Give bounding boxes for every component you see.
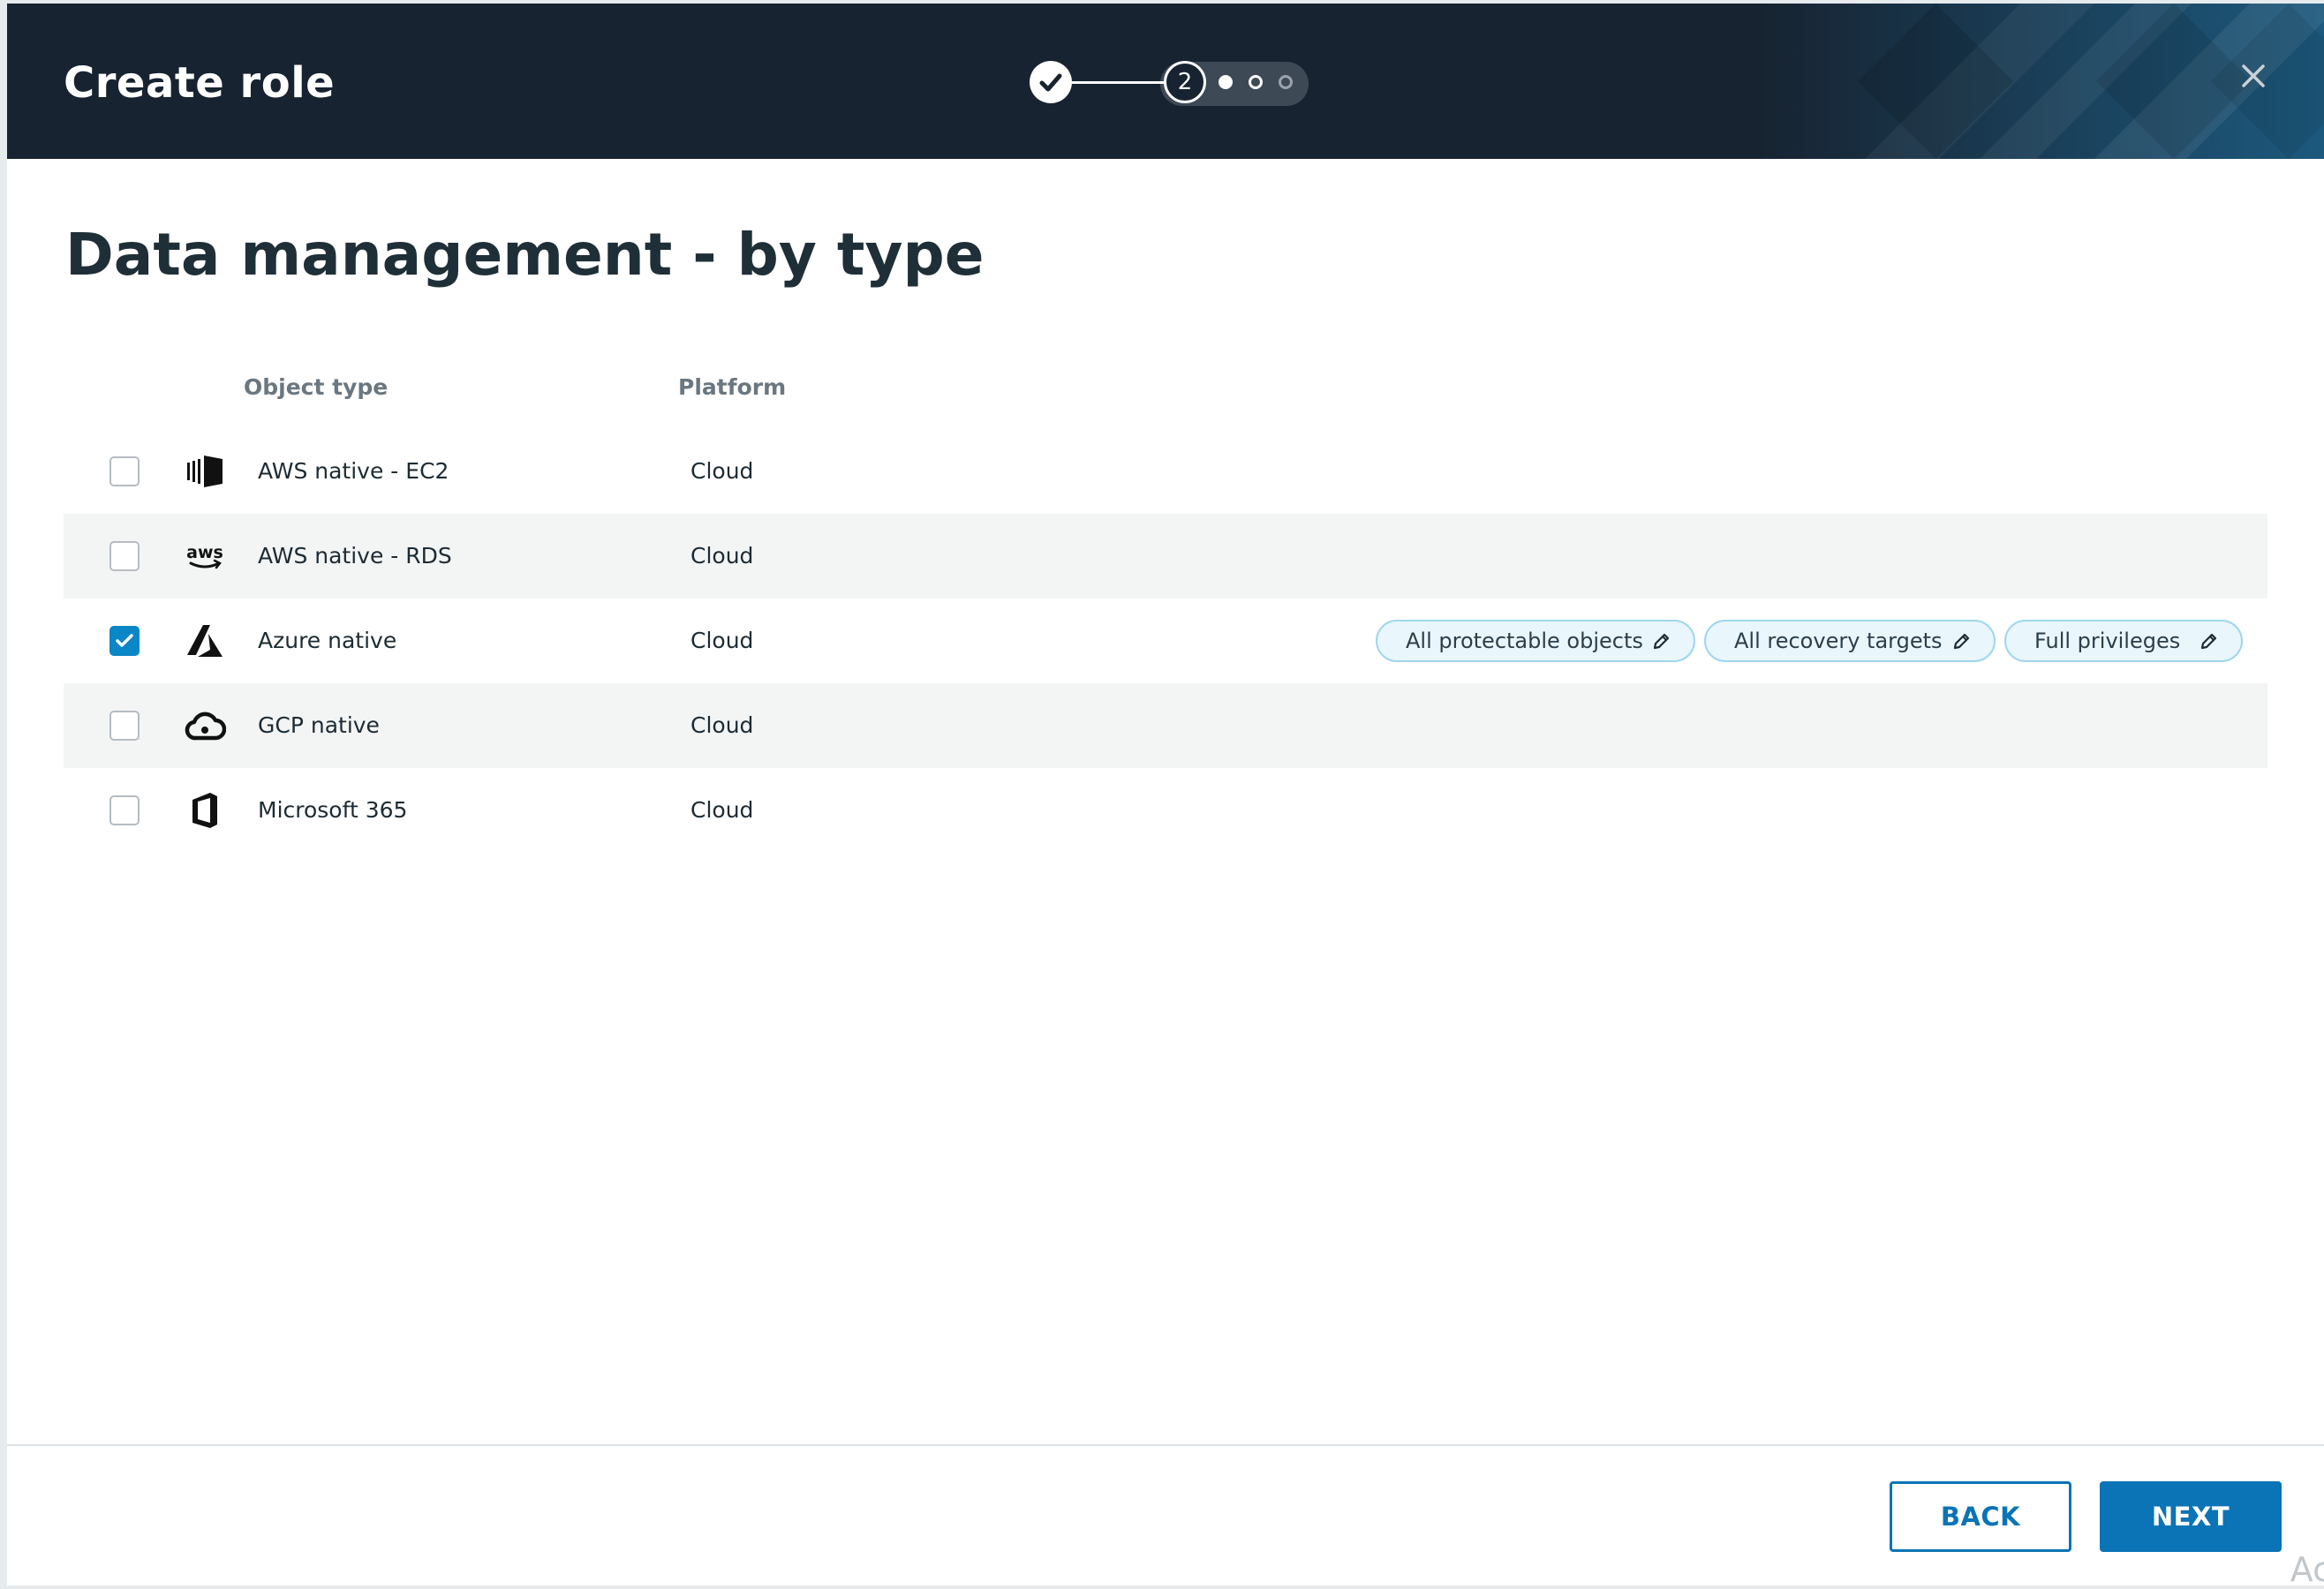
- close-icon[interactable]: [2236, 58, 2271, 94]
- step-current: 2: [1164, 61, 1206, 103]
- table-row[interactable]: Azure native Cloud All protectable objec…: [64, 599, 2267, 683]
- tag-label: Full privileges: [2034, 629, 2181, 653]
- svg-text:aws: aws: [186, 543, 223, 562]
- row-object-type: AWS native - EC2: [258, 458, 449, 484]
- row-platform: Cloud: [690, 628, 754, 653]
- step-dot-3: [1219, 75, 1233, 89]
- column-header-object-type[interactable]: Object type: [244, 374, 388, 400]
- create-role-dialog: Create role 2 Data management - by type …: [7, 4, 2324, 1589]
- next-button[interactable]: NEXT: [2100, 1481, 2282, 1552]
- recovery-targets-tag[interactable]: All recovery targets: [1704, 620, 1996, 662]
- back-button[interactable]: BACK: [1890, 1481, 2071, 1552]
- protectable-objects-tag[interactable]: All protectable objects: [1376, 620, 1695, 662]
- table-row[interactable]: AWS native - EC2 Cloud: [64, 429, 2267, 514]
- row-checkbox[interactable]: [109, 795, 140, 825]
- row-checkbox[interactable]: [109, 456, 140, 486]
- aws-ec2-icon: [187, 456, 223, 487]
- pencil-icon[interactable]: [2199, 632, 2218, 651]
- privileges-tag[interactable]: Full privileges: [2004, 620, 2243, 662]
- row-checkbox[interactable]: [109, 541, 140, 571]
- row-checkbox[interactable]: [109, 711, 140, 741]
- azure-icon: [187, 625, 223, 657]
- table-row[interactable]: aws AWS native - RDS Cloud: [64, 514, 2267, 599]
- pencil-icon[interactable]: [1951, 632, 1971, 651]
- gcp-cloud-icon: [185, 712, 226, 741]
- column-header-platform[interactable]: Platform: [678, 374, 786, 400]
- row-platform: Cloud: [690, 543, 754, 569]
- aws-icon: aws: [186, 543, 223, 569]
- dialog-title: Create role: [64, 58, 336, 108]
- table-row[interactable]: Microsoft 365 Cloud: [64, 768, 2267, 853]
- row-platform: Cloud: [690, 797, 754, 823]
- step-dot-5: [1279, 75, 1293, 89]
- step-dot-4: [1249, 75, 1263, 89]
- row-platform: Cloud: [690, 712, 754, 738]
- checkmark-icon: [116, 634, 133, 647]
- row-object-type: AWS native - RDS: [258, 543, 452, 569]
- corner-watermark-text: Ac: [2290, 1550, 2324, 1589]
- row-object-type: Azure native: [258, 628, 397, 653]
- page-title: Data management - by type: [65, 221, 985, 289]
- tag-label: All recovery targets: [1734, 629, 1943, 653]
- row-object-type: Microsoft 365: [258, 797, 408, 823]
- pencil-icon[interactable]: [1651, 632, 1671, 651]
- row-object-type: GCP native: [258, 712, 380, 738]
- tag-label: All protectable objects: [1406, 629, 1643, 653]
- step-completed: [1030, 61, 1072, 103]
- stepper-connector: [1072, 81, 1164, 84]
- office-icon: [192, 793, 217, 828]
- footer-divider: [7, 1444, 2324, 1446]
- check-icon: [1039, 73, 1062, 92]
- dialog-header: Create role 2: [7, 4, 2324, 159]
- table-row[interactable]: GCP native Cloud: [64, 683, 2267, 768]
- wizard-stepper: 2: [1030, 60, 1312, 106]
- row-checkbox-checked[interactable]: [109, 626, 140, 656]
- row-platform: Cloud: [690, 458, 754, 484]
